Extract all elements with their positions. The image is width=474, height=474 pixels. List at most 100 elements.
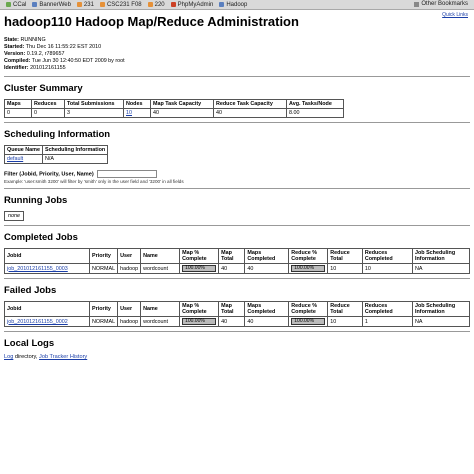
- divider: [4, 278, 470, 279]
- col-header: Maps Completed: [244, 248, 290, 264]
- col-header: User: [117, 301, 142, 317]
- bookmark-icon: [76, 2, 82, 7]
- col-header: Queue Name: [4, 145, 43, 155]
- page-title: hadoop110 Hadoop Map/Reduce Administrati…: [4, 14, 299, 29]
- job-tracker-history-link[interactable]: Job Tracker History: [39, 354, 87, 360]
- map-progress-bar: 100.00%: [182, 318, 217, 325]
- col-header: Job Scheduling Information: [412, 301, 470, 317]
- table-row: job_201012161155_0002 NORMAL hadoop word…: [4, 316, 470, 327]
- col-header: Reduces: [31, 99, 65, 109]
- col-header: Reduces Completed: [361, 301, 414, 317]
- reduces-completed-value: 1: [361, 316, 414, 327]
- col-header: Job Scheduling Information: [412, 248, 470, 264]
- col-header: Reduce % Complete: [288, 248, 329, 264]
- compiled-value: Tue Jun 30 12:40:50 EDT 2009 by root: [31, 58, 125, 64]
- bookmark-hadoop[interactable]: Hadoop: [219, 2, 247, 8]
- col-header: Reduce % Complete: [288, 301, 329, 317]
- log-directory-link[interactable]: Log: [4, 354, 13, 360]
- quick-links-link[interactable]: Quick Links: [442, 12, 468, 18]
- col-header: Reduces Completed: [361, 248, 414, 264]
- table-row: 0 0 3 10 40 40 8.00: [4, 108, 344, 118]
- col-header: Map Task Capacity: [150, 99, 214, 109]
- bookmark-icon: [99, 2, 105, 7]
- folder-icon: [414, 1, 420, 7]
- job-name-value: wordcount: [140, 316, 181, 327]
- other-bookmarks[interactable]: Other Bookmarks: [414, 1, 468, 7]
- bookmark-csc231[interactable]: CSC231 F08: [99, 2, 142, 8]
- col-header: Name: [140, 301, 181, 317]
- col-header: Map Total: [218, 301, 246, 317]
- scheduling-heading: Scheduling Information: [4, 129, 111, 140]
- bookmark-ccal[interactable]: CCal: [6, 2, 26, 8]
- sched-info-value: NA: [412, 316, 470, 327]
- log-suffix-text: directory,: [13, 354, 40, 360]
- divider: [4, 225, 470, 226]
- avg-tasks-value: 8.00: [286, 108, 344, 118]
- reduce-progress-bar: 100.00%: [291, 265, 326, 272]
- reduce-progress-bar: 100.00%: [291, 318, 326, 325]
- bookmark-icon: [219, 2, 225, 7]
- col-header: Maps Completed: [244, 301, 290, 317]
- web-icon: [32, 2, 38, 7]
- started-label: Started:: [4, 44, 25, 50]
- nodes-link[interactable]: 10: [126, 110, 132, 116]
- maps-completed-value: 40: [244, 263, 290, 274]
- table-row: job_201012161155_0003 NORMAL hadoop word…: [4, 263, 470, 274]
- reduces-value: 0: [31, 108, 65, 118]
- col-header: Priority: [88, 248, 119, 264]
- map-total-value: 40: [218, 316, 246, 327]
- started-value: Thu Dec 16 11:55:22 EST 2010: [25, 44, 102, 50]
- queue-default-link[interactable]: default: [7, 156, 23, 162]
- col-header: Jobid: [4, 301, 90, 317]
- reduce-total-value: 10: [327, 263, 363, 274]
- col-header: Scheduling Information: [41, 145, 109, 155]
- calendar-icon: [6, 2, 11, 7]
- bookmark-phpmyadmin[interactable]: PhpMyAdmin: [170, 2, 213, 8]
- identifier-label: Identifier:: [4, 65, 29, 71]
- state-value: RUNNING: [20, 37, 46, 43]
- running-jobs-heading: Running Jobs: [4, 195, 68, 206]
- col-header: Reduce Total: [327, 301, 363, 317]
- reduce-progress-text: 100.00%: [294, 318, 315, 324]
- col-header: Maps: [4, 99, 32, 109]
- table-row: default N/A: [4, 154, 109, 164]
- job-link[interactable]: job_201012161155_0002: [7, 319, 68, 325]
- state-label: State:: [4, 37, 19, 43]
- reduce-capacity-value: 40: [213, 108, 287, 118]
- filter-label: Filter (Jobid, Priority, User, Name): [4, 171, 94, 178]
- user-value: hadoop: [117, 263, 142, 274]
- version-label: Version:: [4, 51, 26, 57]
- bookmark-icon: [147, 2, 153, 7]
- local-logs-links: Log directory, Job Tracker History: [4, 354, 470, 360]
- reduce-progress-text: 100.00%: [294, 265, 315, 271]
- map-progress-text: 100.00%: [185, 265, 205, 271]
- running-jobs-none: none: [4, 211, 24, 221]
- local-logs-heading: Local Logs: [4, 338, 55, 349]
- user-value: hadoop: [117, 316, 142, 327]
- priority-value: NORMAL: [88, 316, 119, 327]
- filter-section: Filter (Jobid, Priority, User, Name) Exa…: [4, 170, 470, 184]
- job-link[interactable]: job_201012161155_0003: [7, 266, 68, 272]
- reduces-completed-value: 10: [361, 263, 414, 274]
- failed-jobs-heading: Failed Jobs: [4, 285, 57, 296]
- identifier-value: 201012161155: [30, 65, 66, 71]
- compiled-label: Compiled:: [4, 58, 31, 64]
- col-header: Name: [140, 248, 181, 264]
- bookmark-bannerweb[interactable]: BannerWeb: [32, 2, 71, 8]
- database-icon: [170, 2, 176, 7]
- bookmark-231[interactable]: 231: [76, 2, 94, 8]
- col-header: User: [117, 248, 142, 264]
- col-header: Nodes: [123, 99, 151, 109]
- bookmark-220[interactable]: 220: [147, 2, 165, 8]
- filter-input[interactable]: [97, 170, 158, 178]
- page-content: Quick Links hadoop110 Hadoop Map/Reduce …: [4, 10, 470, 360]
- version-value: 0.19.2, r789657: [26, 51, 65, 57]
- job-name-value: wordcount: [140, 263, 181, 274]
- bookmarks-bar: CCal BannerWeb 231 CSC231 F08 220 PhpMyA…: [0, 0, 474, 10]
- map-progress-bar: 100.00%: [182, 265, 217, 272]
- divider: [4, 76, 470, 77]
- priority-value: NORMAL: [88, 263, 119, 274]
- completed-jobs-heading: Completed Jobs: [4, 232, 78, 243]
- col-header: Total Submissions: [64, 99, 124, 109]
- scheduling-info-value: N/A: [41, 154, 109, 164]
